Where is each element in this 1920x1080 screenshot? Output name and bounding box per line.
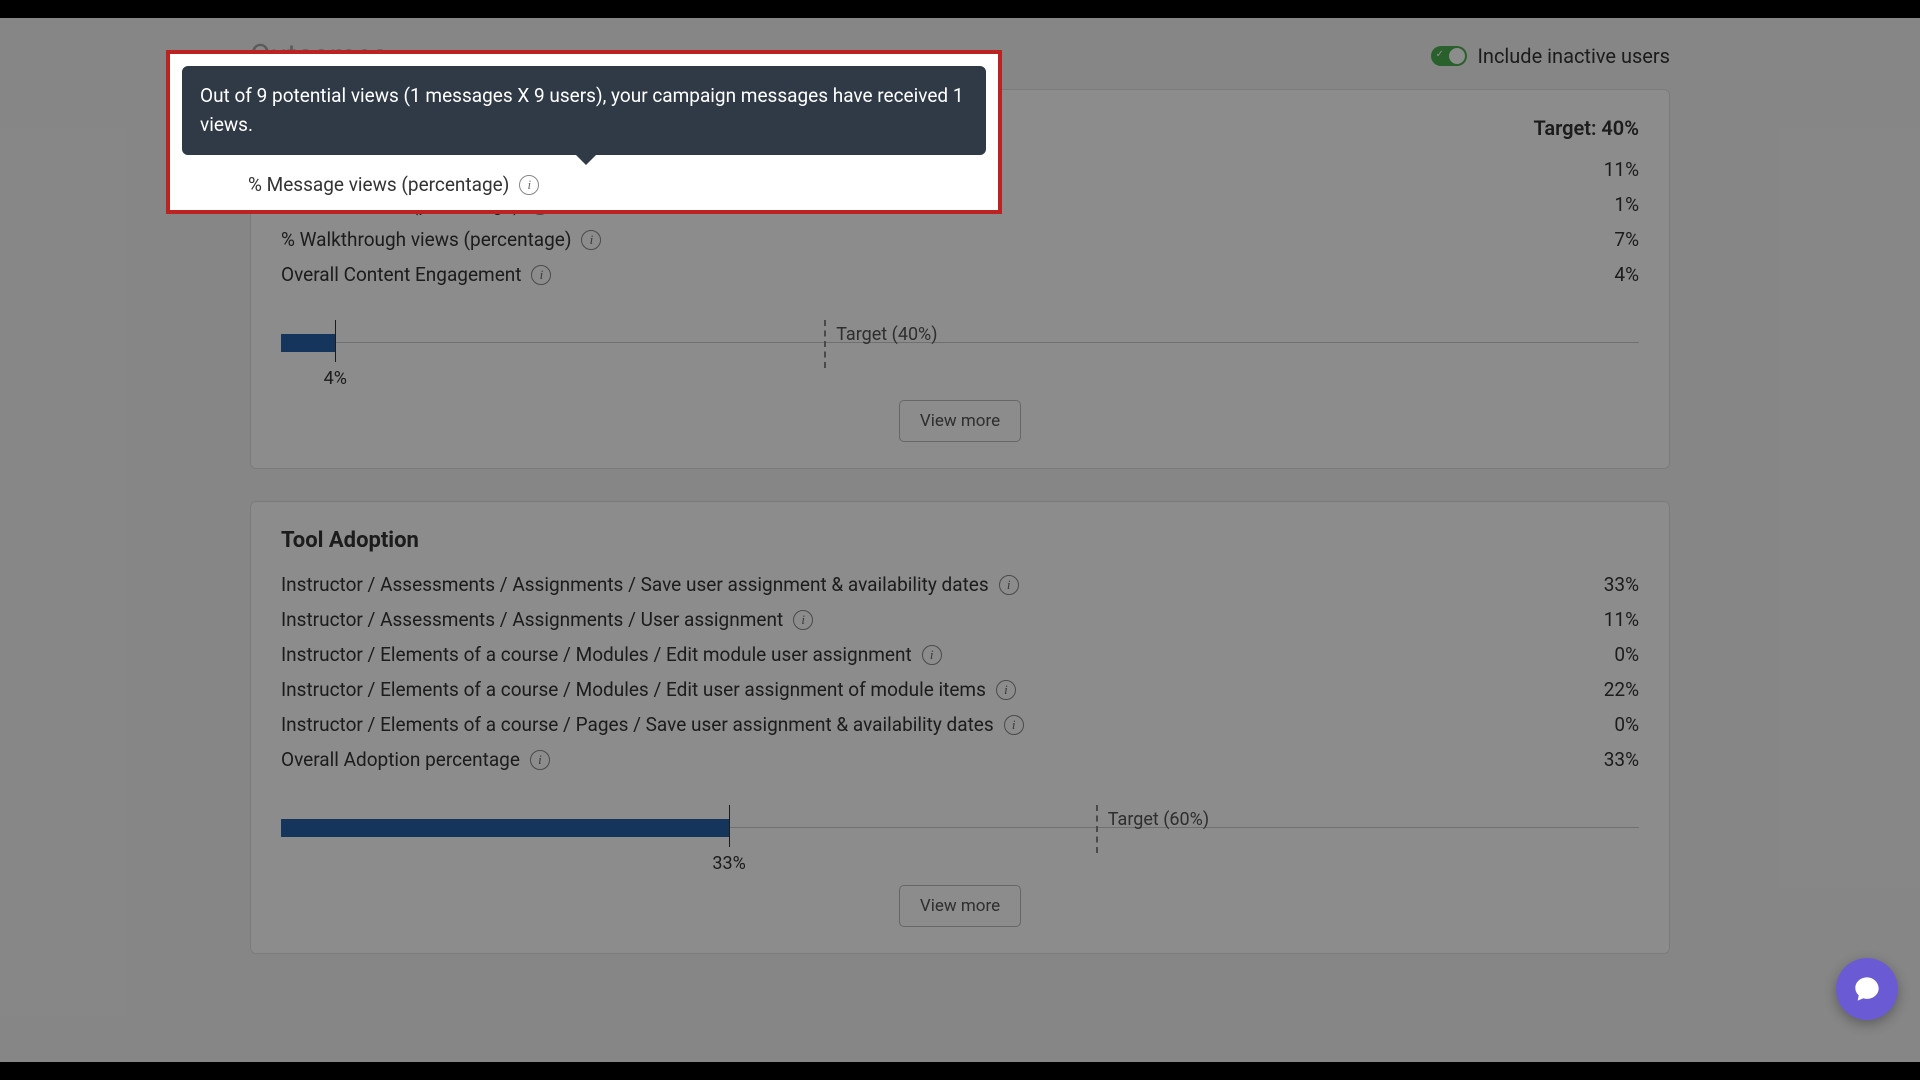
- tooltip: Out of 9 potential views (1 messages X 9…: [182, 66, 986, 155]
- info-icon[interactable]: i: [519, 175, 539, 195]
- tooltip-highlight: Out of 9 potential views (1 messages X 9…: [166, 50, 1002, 214]
- help-fab[interactable]: [1836, 958, 1898, 1020]
- metric-label-text: % Message views (percentage): [248, 173, 509, 196]
- letterbox-bottom: [0, 1062, 1920, 1080]
- tooltip-text: Out of 9 potential views (1 messages X 9…: [200, 84, 964, 136]
- chat-icon: [1853, 975, 1881, 1003]
- letterbox-top: [0, 0, 1920, 18]
